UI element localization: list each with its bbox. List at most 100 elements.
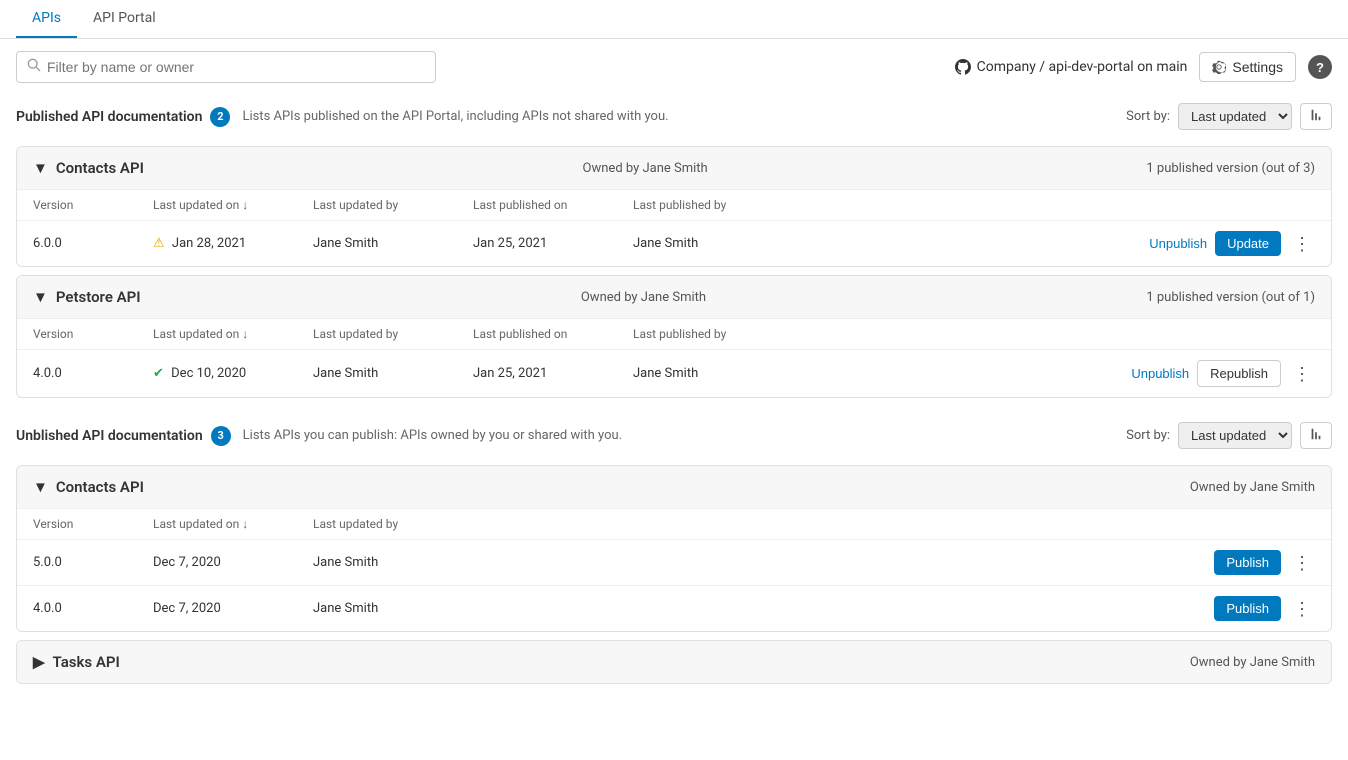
published-sort-select[interactable]: Last updated xyxy=(1178,103,1292,130)
col-header-actions-u xyxy=(457,509,1331,540)
update-button[interactable]: Update xyxy=(1215,231,1281,256)
publish-button-1[interactable]: Publish xyxy=(1214,550,1281,575)
tasks-api-unpublished-header: ▶ Tasks API Owned by Jane Smith xyxy=(17,641,1331,683)
published-title-text: Published API documentation xyxy=(16,109,202,125)
contacts-api-unpublished-title: ▼ Contacts API xyxy=(33,478,144,496)
unpublished-section-desc: Lists APIs you can publish: APIs owned b… xyxy=(243,428,622,443)
sort-dir-icon xyxy=(1309,108,1323,122)
updated-on-text: Dec 10, 2020 xyxy=(171,366,246,381)
col-header-updated-by-u: Last updated by xyxy=(297,509,457,540)
contacts-api-unpublished-chevron[interactable]: ▼ xyxy=(33,478,48,496)
petstore-api-published-chevron[interactable]: ▼ xyxy=(33,288,48,306)
version-cell: 6.0.0 xyxy=(17,221,137,267)
col-header-updated-by-p: Last updated by xyxy=(297,319,457,350)
more-button-u2[interactable]: ⋮ xyxy=(1289,598,1315,620)
republish-button[interactable]: Republish xyxy=(1197,360,1281,387)
col-header-published-by-p: Last published by xyxy=(617,319,777,350)
version-actions-u2: Publish ⋮ xyxy=(473,596,1315,621)
actions-cell: Unpublish Republish ⋮ xyxy=(777,350,1331,398)
version-cell-u2: 4.0.0 xyxy=(17,586,137,632)
updated-on-cell-u1: Dec 7, 2020 xyxy=(137,540,297,586)
search-input[interactable] xyxy=(47,59,425,75)
tasks-api-unpublished-name: Tasks API xyxy=(53,653,120,671)
col-header-version: Version xyxy=(17,190,137,221)
settings-button[interactable]: Settings xyxy=(1199,52,1296,82)
updated-by-cell: Jane Smith xyxy=(297,350,457,398)
more-button-u1[interactable]: ⋮ xyxy=(1289,552,1315,574)
petstore-api-published-owner: Owned by Jane Smith xyxy=(581,290,706,305)
contacts-api-published-owner: Owned by Jane Smith xyxy=(583,161,708,176)
unpublished-sort-label: Sort by: xyxy=(1126,428,1170,443)
contacts-api-published-chevron[interactable]: ▼ xyxy=(33,159,48,177)
tab-apis[interactable]: APIs xyxy=(16,0,77,38)
published-by-cell: Jane Smith xyxy=(617,350,777,398)
contacts-api-published-title: ▼ Contacts API xyxy=(33,159,144,177)
tasks-api-unpublished-chevron[interactable]: ▶ xyxy=(33,653,45,671)
unpublish-button[interactable]: Unpublish xyxy=(1149,236,1207,251)
help-button[interactable]: ? xyxy=(1308,55,1332,79)
version-actions-u1: Publish ⋮ xyxy=(473,550,1315,575)
version-actions: Unpublish Republish ⋮ xyxy=(793,360,1315,387)
tab-api-portal[interactable]: API Portal xyxy=(77,0,172,38)
col-header-updated-on-p: Last updated on ↓ xyxy=(137,319,297,350)
published-section-header: Published API documentation 2 Lists APIs… xyxy=(0,95,1348,138)
toolbar: Company / api-dev-portal on main Setting… xyxy=(0,39,1348,95)
published-sort-dir-button[interactable] xyxy=(1300,103,1332,130)
tabs-container: APIs API Portal xyxy=(0,0,1348,39)
table-row: 4.0.0 Dec 7, 2020 Jane Smith Publish ⋮ xyxy=(17,586,1331,632)
petstore-api-published-card: ▼ Petstore API Owned by Jane Smith 1 pub… xyxy=(16,275,1332,398)
contacts-api-unpublished-versions-table: Version Last updated on ↓ Last updated b… xyxy=(17,508,1331,631)
published-section-title: Published API documentation 2 Lists APIs… xyxy=(16,107,669,127)
contacts-api-published-name: Contacts API xyxy=(56,159,144,177)
published-badge: 2 xyxy=(210,107,230,127)
success-icon: ✔ xyxy=(153,366,164,381)
gear-icon xyxy=(1212,60,1226,74)
updated-by-cell: Jane Smith xyxy=(297,221,457,267)
contacts-api-unpublished-header: ▼ Contacts API Owned by Jane Smith xyxy=(17,466,1331,508)
published-section-desc: Lists APIs published on the API Portal, … xyxy=(242,109,668,124)
updated-on-cell: ⚠ Jan 28, 2021 xyxy=(137,221,297,267)
col-header-updated-by: Last updated by xyxy=(297,190,457,221)
unpublished-section-header: Unblished API documentation 3 Lists APIs… xyxy=(0,414,1348,457)
updated-on-cell: ✔ Dec 10, 2020 xyxy=(137,350,297,398)
published-sort-label: Sort by: xyxy=(1126,109,1170,124)
contacts-api-published-card: ▼ Contacts API Owned by Jane Smith 1 pub… xyxy=(16,146,1332,267)
updated-by-cell-u1: Jane Smith xyxy=(297,540,457,586)
search-icon xyxy=(27,58,41,76)
col-header-actions xyxy=(777,190,1331,221)
published-on-cell: Jan 25, 2021 xyxy=(457,350,617,398)
version-cell-u1: 5.0.0 xyxy=(17,540,137,586)
updated-by-cell-u2: Jane Smith xyxy=(297,586,457,632)
col-header-actions-p xyxy=(777,319,1331,350)
petstore-api-published-versions-summary: 1 published version (out of 1) xyxy=(1146,290,1315,305)
version-cell: 4.0.0 xyxy=(17,350,137,398)
petstore-api-published-title: ▼ Petstore API xyxy=(33,288,141,306)
unpublished-title-text: Unblished API documentation xyxy=(16,428,203,444)
more-button[interactable]: ⋮ xyxy=(1289,233,1315,255)
col-header-version-u: Version xyxy=(17,509,137,540)
published-by-cell: Jane Smith xyxy=(617,221,777,267)
contacts-api-unpublished-card: ▼ Contacts API Owned by Jane Smith Versi… xyxy=(16,465,1332,632)
github-link-text: Company / api-dev-portal on main xyxy=(977,59,1188,75)
more-button-p[interactable]: ⋮ xyxy=(1289,363,1315,385)
settings-label: Settings xyxy=(1232,59,1283,75)
contacts-api-unpublished-owner: Owned by Jane Smith xyxy=(1190,480,1315,495)
right-toolbar: Company / api-dev-portal on main Setting… xyxy=(955,52,1332,82)
search-box xyxy=(16,51,436,83)
col-header-published-by: Last published by xyxy=(617,190,777,221)
petstore-api-published-versions-table: Version Last updated on ↓ Last updated b… xyxy=(17,318,1331,397)
github-icon xyxy=(955,59,971,75)
actions-cell: Unpublish Update ⋮ xyxy=(777,221,1331,267)
sort-dir-icon-u xyxy=(1309,427,1323,441)
unpublished-sort-select[interactable]: Last updated xyxy=(1178,422,1292,449)
col-header-updated-on: Last updated on ↓ xyxy=(137,190,297,221)
unpublished-sort-dir-button[interactable] xyxy=(1300,422,1332,449)
tasks-api-unpublished-title: ▶ Tasks API xyxy=(33,653,120,671)
publish-button-2[interactable]: Publish xyxy=(1214,596,1281,621)
version-actions: Unpublish Update ⋮ xyxy=(793,231,1315,256)
actions-cell-u2: Publish ⋮ xyxy=(457,586,1331,632)
tasks-api-unpublished-card: ▶ Tasks API Owned by Jane Smith xyxy=(16,640,1332,684)
contacts-api-unpublished-name: Contacts API xyxy=(56,478,144,496)
unpublish-button-p[interactable]: Unpublish xyxy=(1131,366,1189,381)
contacts-api-published-versions-summary: 1 published version (out of 3) xyxy=(1146,161,1315,176)
